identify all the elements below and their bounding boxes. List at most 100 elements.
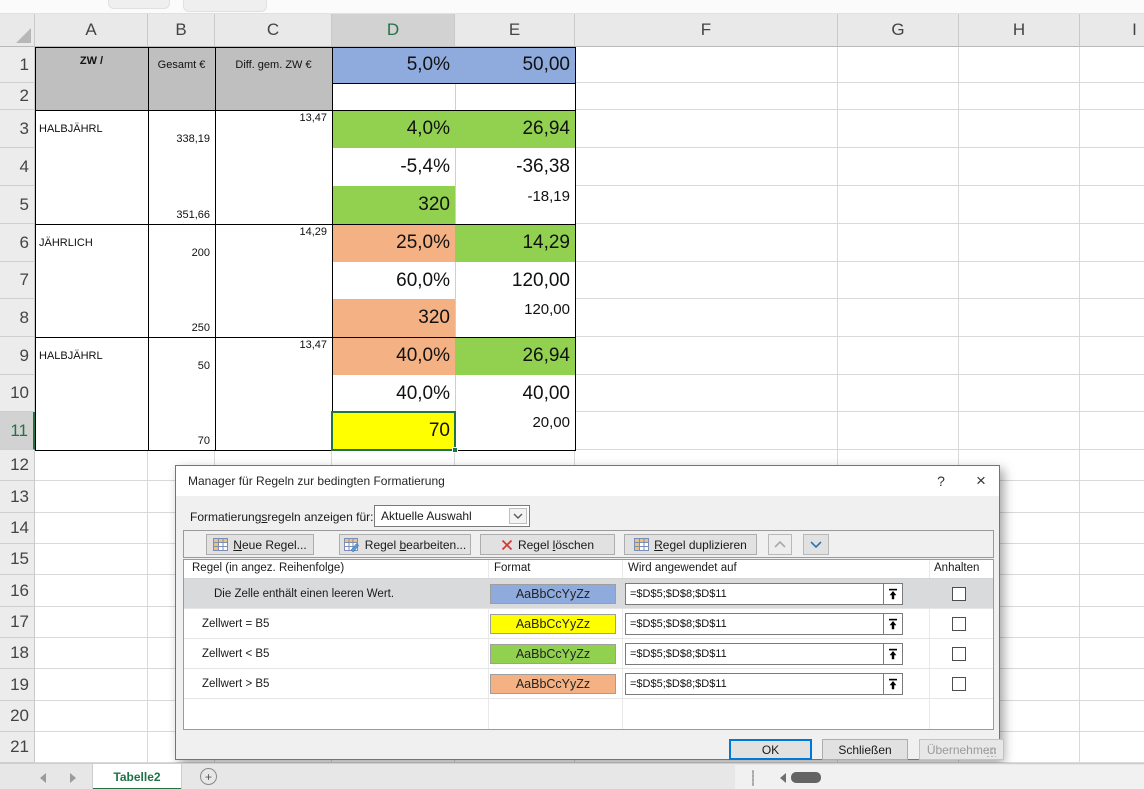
cell-E6[interactable]: 14,29 — [455, 224, 575, 262]
grid-cell-G6[interactable] — [838, 224, 959, 262]
applies-to-input[interactable] — [625, 673, 883, 695]
row-header-10[interactable]: 10 — [0, 375, 35, 412]
move-rule-up-button[interactable] — [768, 534, 792, 555]
delete-rule-button[interactable]: Regel löschen — [480, 534, 615, 555]
cell-D5[interactable]: 320 — [332, 186, 455, 224]
collapse-dialog-icon[interactable] — [883, 673, 903, 695]
cell-E8[interactable]: 120,00 — [455, 299, 575, 337]
cell-D4[interactable]: -5,4% — [332, 148, 455, 186]
grid-cell-F4[interactable] — [575, 148, 838, 186]
grid-cell-G10[interactable] — [838, 375, 959, 412]
close-button[interactable]: Schließen — [822, 739, 908, 760]
column-header-A[interactable]: A — [35, 14, 148, 47]
grid-cell-G4[interactable] — [838, 148, 959, 186]
grid-cell-I2[interactable] — [1080, 83, 1144, 110]
row-header-21[interactable]: 21 — [0, 732, 35, 763]
grid-cell-H3[interactable] — [959, 110, 1080, 148]
cell-B5[interactable]: 351,66 — [148, 186, 215, 224]
grid-cell-G5[interactable] — [838, 186, 959, 224]
applies-to-input[interactable] — [625, 583, 883, 605]
grid-cell-A15[interactable] — [35, 544, 148, 575]
cell-E11[interactable]: 20,00 — [455, 412, 575, 450]
dialog-help-button[interactable]: ? — [924, 466, 958, 496]
cell-B1[interactable]: Gesamt € — [148, 47, 215, 110]
collapse-dialog-icon[interactable] — [883, 613, 903, 635]
row-header-1[interactable]: 1 — [0, 47, 35, 83]
rule-row-cell-less[interactable]: Zellwert < B5 AaBbCcYyZz — [184, 639, 993, 669]
row-header-3[interactable]: 3 — [0, 110, 35, 148]
cell-D10[interactable]: 40,0% — [332, 375, 455, 412]
column-header-G[interactable]: G — [838, 14, 959, 47]
grid-cell-F8[interactable] — [575, 299, 838, 337]
grid-cell-G7[interactable] — [838, 262, 959, 299]
column-header-F[interactable]: F — [575, 14, 838, 47]
grid-cell-I5[interactable] — [1080, 186, 1144, 224]
row-header-17[interactable]: 17 — [0, 607, 35, 638]
cell-E9[interactable]: 26,94 — [455, 337, 575, 375]
row-header-20[interactable]: 20 — [0, 701, 35, 732]
select-all-button[interactable] — [0, 14, 35, 47]
grid-cell-A13[interactable] — [35, 481, 148, 513]
grid-cell-H5[interactable] — [959, 186, 1080, 224]
row-header-15[interactable]: 15 — [0, 544, 35, 575]
cell-D8[interactable]: 320 — [332, 299, 455, 337]
cell-B11[interactable]: 70 — [148, 412, 215, 450]
grid-cell-I21[interactable] — [1080, 732, 1144, 763]
cell-A1[interactable]: ZW / — [35, 47, 148, 110]
dialog-resize-grip[interactable] — [986, 747, 996, 757]
cell-E4[interactable]: -36,38 — [455, 148, 575, 186]
grid-cell-I14[interactable] — [1080, 513, 1144, 544]
cell-C6[interactable]: 14,29 — [215, 224, 332, 262]
grid-cell-F1[interactable] — [575, 47, 838, 83]
grid-cell-A20[interactable] — [35, 701, 148, 732]
grid-cell-H10[interactable] — [959, 375, 1080, 412]
new-rule-button[interactable]: Neue Regel... — [206, 534, 314, 555]
grid-cell-A18[interactable] — [35, 638, 148, 669]
next-sheet-arrow-icon[interactable] — [70, 773, 76, 783]
cell-E1[interactable]: 50,00 — [455, 47, 575, 83]
grid-cell-H7[interactable] — [959, 262, 1080, 299]
grid-cell-A16[interactable] — [35, 575, 148, 607]
row-header-13[interactable]: 13 — [0, 481, 35, 513]
cell-E3[interactable]: 26,94 — [455, 110, 575, 148]
row-header-4[interactable]: 4 — [0, 148, 35, 186]
grid-cell-I13[interactable] — [1080, 481, 1144, 513]
rule-row-cell-equals[interactable]: Zellwert = B5 AaBbCcYyZz — [184, 609, 993, 639]
cell-C3[interactable]: 13,47 — [215, 110, 332, 148]
grid-cell-A17[interactable] — [35, 607, 148, 638]
row-header-2[interactable]: 2 — [0, 83, 35, 110]
grid-cell-G9[interactable] — [838, 337, 959, 375]
ok-button[interactable]: OK — [729, 739, 812, 760]
rule-row-cell-greater[interactable]: Zellwert > B5 AaBbCcYyZz — [184, 669, 993, 699]
cell-B3[interactable]: 338,19 — [148, 110, 215, 148]
dialog-close-button[interactable]: × — [961, 466, 1001, 496]
grid-cell-H9[interactable] — [959, 337, 1080, 375]
grid-cell-A12[interactable] — [35, 450, 148, 481]
grid-cell-I17[interactable] — [1080, 607, 1144, 638]
column-header-E[interactable]: E — [455, 14, 575, 47]
cell-B9[interactable]: 50 — [148, 337, 215, 375]
collapse-dialog-icon[interactable] — [883, 643, 903, 665]
grid-cell-I19[interactable] — [1080, 669, 1144, 701]
grid-cell-A21[interactable] — [35, 732, 148, 763]
column-header-H[interactable]: H — [959, 14, 1080, 47]
row-header-14[interactable]: 14 — [0, 513, 35, 544]
grid-cell-G3[interactable] — [838, 110, 959, 148]
grid-cell-F3[interactable] — [575, 110, 838, 148]
rule-row-blank-value[interactable]: Die Zelle enthält einen leeren Wert. AaB… — [184, 579, 993, 609]
row-header-11[interactable]: 11 — [0, 412, 35, 450]
cell-D7[interactable]: 60,0% — [332, 262, 455, 299]
fill-handle[interactable] — [452, 447, 458, 453]
cell-D1[interactable]: 5,0% — [332, 47, 455, 83]
row-header-8[interactable]: 8 — [0, 299, 35, 337]
scroll-left-arrow-icon[interactable] — [780, 773, 786, 783]
cell-C1[interactable]: Diff. gem. ZW € — [215, 47, 332, 110]
grid-cell-G11[interactable] — [838, 412, 959, 450]
grid-cell-F2[interactable] — [575, 83, 838, 110]
row-header-12[interactable]: 12 — [0, 450, 35, 481]
grid-cell-F7[interactable] — [575, 262, 838, 299]
grid-cell-I7[interactable] — [1080, 262, 1144, 299]
grid-cell-H11[interactable] — [959, 412, 1080, 450]
cell-E7[interactable]: 120,00 — [455, 262, 575, 299]
cell-D3[interactable]: 4,0% — [332, 110, 455, 148]
